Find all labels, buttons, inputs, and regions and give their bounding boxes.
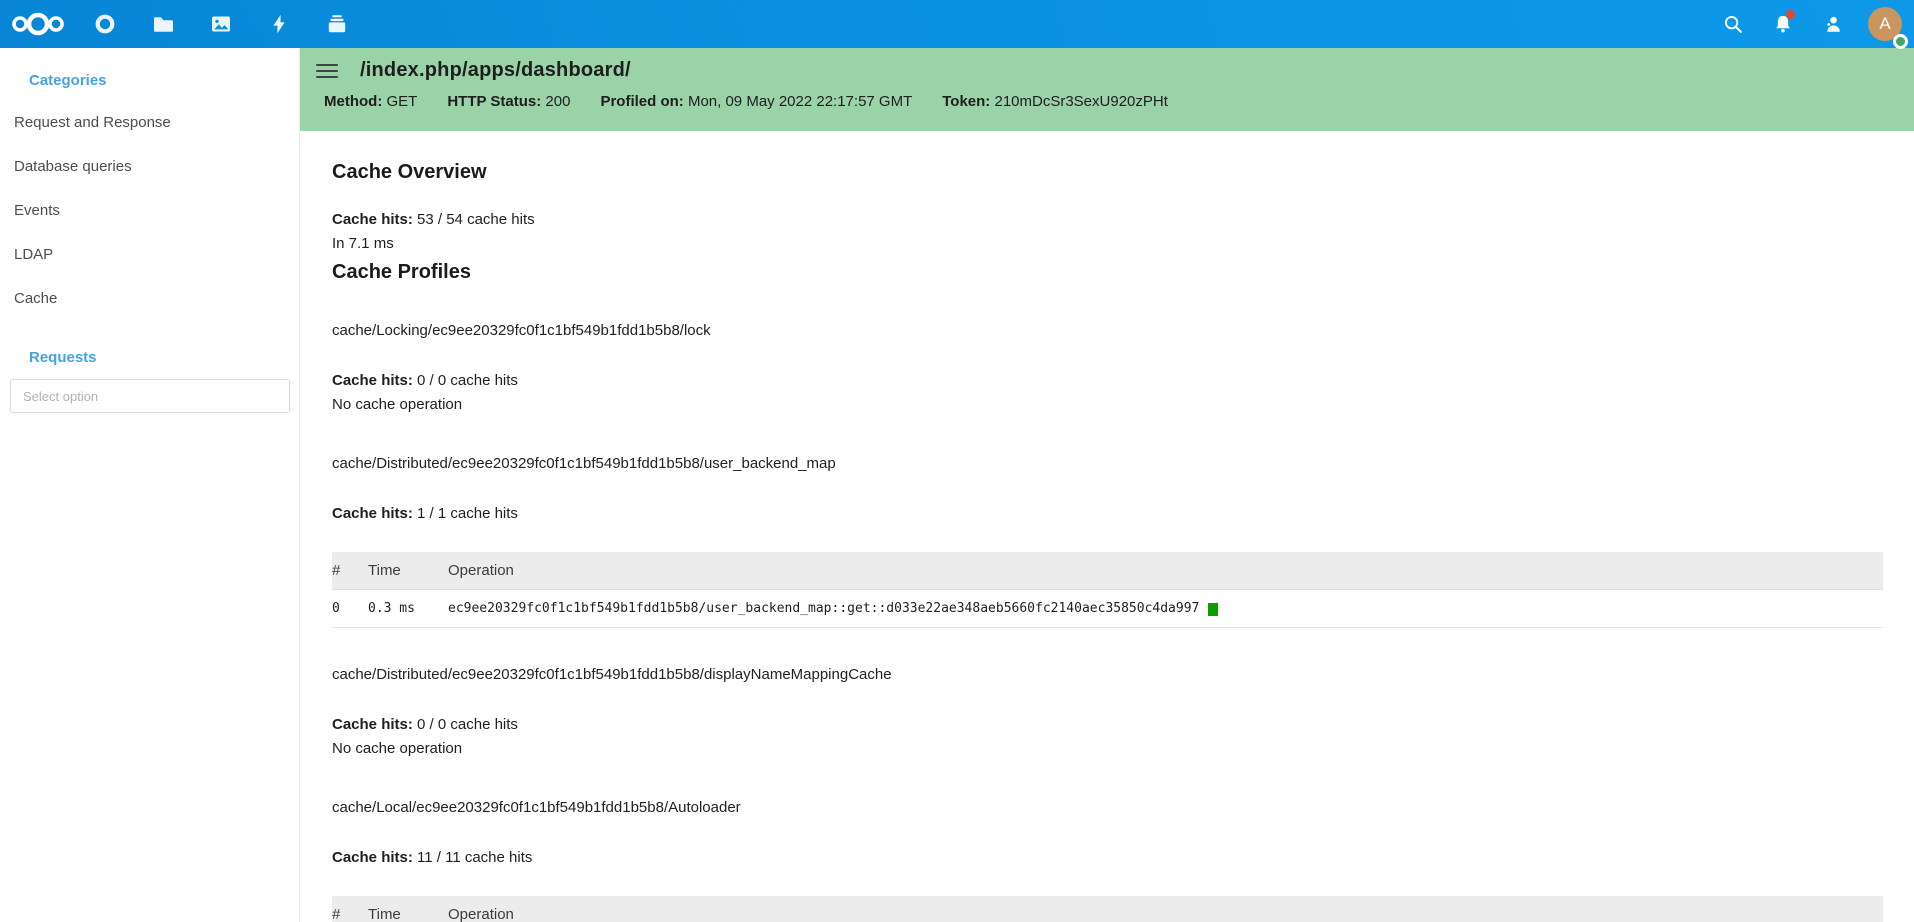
no-cache-operation-text: No cache operation — [332, 393, 1883, 417]
cache-hit-indicator-icon — [1208, 603, 1218, 616]
app-icon-photos[interactable] — [192, 0, 250, 48]
col-time: Time — [368, 896, 448, 922]
cache-profiles-list: cache/Locking/ec9ee20329fc0f1c1bf549b1fd… — [332, 321, 1883, 922]
operation-cell: ec9ee20329fc0f1c1bf549b1fdd1b5b8/user_ba… — [448, 590, 1883, 628]
request-header: /index.php/apps/dashboard/ Method: GET H… — [300, 48, 1914, 131]
table-header-row: # Time Operation — [332, 552, 1883, 590]
cache-overview-heading: Cache Overview — [332, 161, 1883, 184]
avatar-letter: A — [1879, 14, 1890, 34]
categories-nav: Request and Response Database queries Ev… — [0, 101, 299, 321]
nextcloud-profiler-app: A Categories Request and Response Databa… — [0, 0, 1914, 922]
app-icon-dashboard[interactable] — [76, 0, 134, 48]
operation-index: 0 — [332, 590, 368, 628]
cache-profile-hits: Cache hits: 0 / 0 cache hits — [332, 369, 1883, 393]
overview-duration: In 7.1 ms — [332, 232, 1883, 256]
cache-operations-table: # Time Operation 0 0.1 ms ec9ee20329fc0f… — [332, 896, 1883, 922]
main-panel: /index.php/apps/dashboard/ Method: GET H… — [300, 48, 1914, 922]
contacts-button[interactable] — [1808, 0, 1858, 48]
cache-profile: cache/Distributed/ec9ee20329fc0f1c1bf549… — [332, 454, 1883, 628]
app-shell: Categories Request and Response Database… — [0, 48, 1914, 922]
sidebar-item-request-and-response[interactable]: Request and Response — [0, 101, 299, 145]
topbar-app-menu — [0, 0, 366, 48]
contacts-icon — [1822, 13, 1844, 35]
request-select-input[interactable] — [10, 379, 290, 413]
operation-time: 0.3 ms — [368, 590, 448, 628]
sidebar-item-ldap[interactable]: LDAP — [0, 233, 299, 277]
cache-profile-name: cache/Distributed/ec9ee20329fc0f1c1bf549… — [332, 665, 1883, 685]
cache-profile-hits: Cache hits: 0 / 0 cache hits — [332, 713, 1883, 737]
overview-cache-hits: Cache hits: 53 / 54 cache hits — [332, 208, 1883, 232]
operation-text: ec9ee20329fc0f1c1bf549b1fdd1b5b8/user_ba… — [448, 601, 1199, 616]
col-operation: Operation — [448, 896, 1883, 922]
cache-profile-hits: Cache hits: 11 / 11 cache hits — [332, 846, 1883, 870]
nextcloud-logo-icon[interactable] — [0, 0, 76, 48]
app-icon-activity[interactable] — [250, 0, 308, 48]
search-icon — [1722, 13, 1744, 35]
table-header-row: # Time Operation — [332, 896, 1883, 922]
meta-token: Token: 210mDcSr3SexU920zPHt — [942, 93, 1168, 110]
requests-heading: Requests — [29, 349, 299, 366]
cache-profile-name: cache/Locking/ec9ee20329fc0f1c1bf549b1fd… — [332, 321, 1883, 341]
cache-operations-table: # Time Operation 0 0.3 ms ec9ee20329fc0f… — [332, 552, 1883, 628]
app-icon-deck[interactable] — [308, 0, 366, 48]
cache-profile: cache/Local/ec9ee20329fc0f1c1bf549b1fdd1… — [332, 798, 1883, 922]
no-cache-operation-text: No cache operation — [332, 737, 1883, 761]
request-path-title: /index.php/apps/dashboard/ — [360, 59, 631, 82]
request-meta: Method: GET HTTP Status: 200 Profiled on… — [324, 93, 1914, 110]
cache-profile-name: cache/Local/ec9ee20329fc0f1c1bf549b1fdd1… — [332, 798, 1883, 818]
avatar[interactable]: A — [1868, 7, 1902, 41]
col-time: Time — [368, 552, 448, 590]
cache-content: Cache Overview Cache hits: 53 / 54 cache… — [300, 131, 1914, 922]
topbar: A — [0, 0, 1914, 48]
col-index: # — [332, 552, 368, 590]
cache-profile-name: cache/Distributed/ec9ee20329fc0f1c1bf549… — [332, 454, 1883, 474]
meta-method: Method: GET — [324, 93, 417, 110]
topbar-user-menu: A — [1708, 0, 1914, 48]
sidebar-item-cache[interactable]: Cache — [0, 277, 299, 321]
sidebar: Categories Request and Response Database… — [0, 48, 300, 922]
col-index: # — [332, 896, 368, 922]
meta-profiled-on: Profiled on: Mon, 09 May 2022 22:17:57 G… — [600, 93, 912, 110]
online-status-icon — [1893, 34, 1908, 49]
cache-operation-row: 0 0.3 ms ec9ee20329fc0f1c1bf549b1fdd1b5b… — [332, 590, 1883, 628]
app-icon-files[interactable] — [134, 0, 192, 48]
search-button[interactable] — [1708, 0, 1758, 48]
notifications-button[interactable] — [1758, 0, 1808, 48]
menu-toggle-button[interactable] — [314, 60, 340, 82]
categories-heading: Categories — [29, 72, 299, 89]
sidebar-item-database-queries[interactable]: Database queries — [0, 145, 299, 189]
cache-profile-hits: Cache hits: 1 / 1 cache hits — [332, 502, 1883, 526]
cache-profiles-heading: Cache Profiles — [332, 261, 1883, 284]
notification-badge — [1786, 10, 1795, 19]
col-operation: Operation — [448, 552, 1883, 590]
sidebar-item-events[interactable]: Events — [0, 189, 299, 233]
cache-profile: cache/Distributed/ec9ee20329fc0f1c1bf549… — [332, 665, 1883, 761]
cache-profile: cache/Locking/ec9ee20329fc0f1c1bf549b1fd… — [332, 321, 1883, 417]
meta-http-status: HTTP Status: 200 — [447, 93, 570, 110]
